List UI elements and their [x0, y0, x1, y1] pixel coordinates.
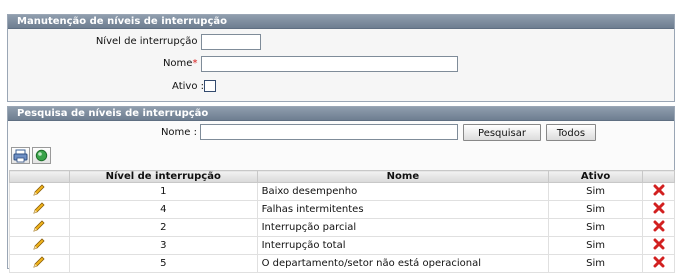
col-nome-header[interactable]: Nome	[256, 170, 550, 183]
delete-icon[interactable]	[653, 238, 665, 250]
col-ativo-header[interactable]: Ativo	[548, 170, 644, 183]
print-icon	[13, 149, 28, 163]
all-button[interactable]: Todos	[546, 124, 596, 141]
search-nome-label: Nome :	[160, 127, 197, 138]
edit-icon[interactable]	[32, 255, 46, 269]
col-edit-header	[9, 170, 70, 183]
ativo-cell: Sim	[548, 236, 644, 255]
ativo-cell: Sim	[548, 254, 644, 273]
delete-icon[interactable]	[653, 184, 665, 196]
table-row[interactable]: 5O departamento/setor não está operacion…	[9, 254, 675, 273]
results-table: Nível de interrupção Nome Ativo 1 Baixo d…	[9, 170, 675, 273]
maintenance-panel-title: Manutenção de níveis de interrupção	[8, 15, 674, 29]
delete-icon[interactable]	[653, 220, 665, 232]
delete-cell[interactable]	[642, 218, 675, 237]
edit-cell[interactable]	[9, 254, 70, 273]
refresh-icon	[35, 149, 48, 162]
table-row[interactable]: 1 Baixo desempenho Sim	[9, 182, 675, 201]
edit-cell[interactable]	[9, 236, 70, 255]
nivel-label: Nível de interrupção :	[95, 36, 204, 47]
nome-cell: O departamento/setor não está operaciona…	[256, 254, 550, 273]
search-button[interactable]: Pesquisar	[463, 124, 541, 141]
search-panel: Pesquisa de níveis de interrupção Nome :…	[7, 106, 675, 273]
edit-cell[interactable]	[9, 182, 70, 201]
delete-icon[interactable]	[653, 256, 665, 268]
search-panel-title: Pesquisa de níveis de interrupção	[8, 107, 674, 121]
delete-cell[interactable]	[642, 254, 675, 273]
col-delete-header	[642, 170, 675, 183]
print-button[interactable]	[11, 147, 30, 164]
nivel-cell: 2	[68, 218, 258, 237]
nome-cell: Interrupção total	[256, 236, 550, 255]
edit-cell[interactable]	[9, 200, 70, 219]
nivel-cell: 1	[68, 182, 258, 201]
ativo-cell: Sim	[548, 182, 644, 201]
delete-cell[interactable]	[642, 236, 675, 255]
ativo-cell: Sim	[548, 218, 644, 237]
delete-icon[interactable]	[653, 202, 665, 214]
ativo-label: Ativo :	[172, 81, 204, 92]
edit-icon[interactable]	[32, 219, 46, 233]
maintenance-panel: Manutenção de níveis de interrupção Níve…	[7, 14, 675, 102]
edit-icon[interactable]	[32, 183, 46, 197]
table-row[interactable]: 2 Interrupção parcial Sim	[9, 218, 675, 237]
edit-cell[interactable]	[9, 218, 70, 237]
search-nome-field[interactable]	[200, 124, 458, 140]
edit-icon[interactable]	[32, 237, 46, 251]
table-header-row: Nível de interrupção Nome Ativo	[9, 170, 675, 183]
nome-label: Nome	[162, 58, 193, 69]
delete-cell[interactable]	[642, 200, 675, 219]
nome-cell: Falhas intermitentes	[256, 200, 550, 219]
table-row[interactable]: 4 Falhas intermitentes Sim	[9, 200, 675, 219]
nivel-cell: 3	[68, 236, 258, 255]
nome-cell: Interrupção parcial	[256, 218, 550, 237]
col-nivel-header[interactable]: Nível de interrupção	[68, 170, 258, 183]
ativo-cell: Sim	[548, 200, 644, 219]
nome-cell: Baixo desempenho	[256, 182, 550, 201]
delete-cell[interactable]	[642, 182, 675, 201]
table-row[interactable]: 3 Interrupção total Sim	[9, 236, 675, 255]
nome-label-group: Nome* :	[163, 58, 204, 69]
nome-field[interactable]	[201, 56, 458, 72]
nivel-cell: 5	[68, 254, 258, 273]
edit-icon[interactable]	[32, 201, 46, 215]
ativo-checkbox[interactable]	[204, 80, 216, 92]
nivel-field[interactable]	[201, 34, 261, 50]
refresh-button[interactable]	[32, 147, 51, 164]
nivel-cell: 4	[68, 200, 258, 219]
